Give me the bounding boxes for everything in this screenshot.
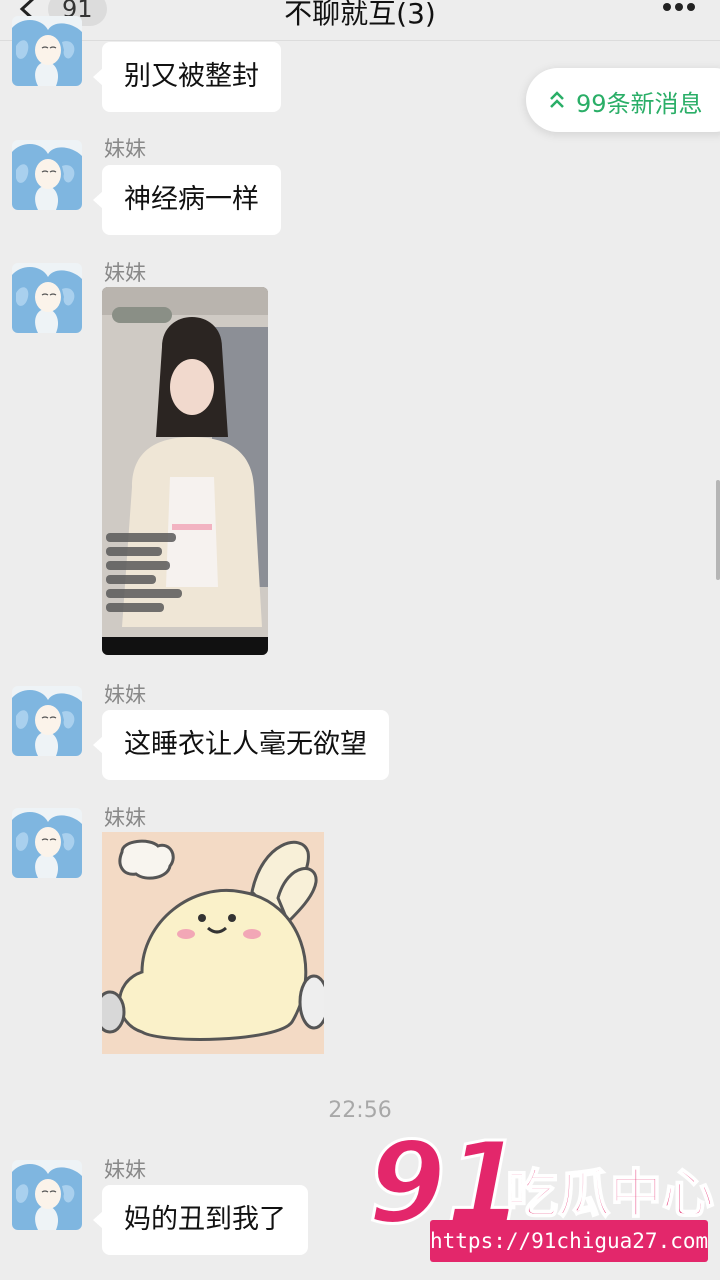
chat-title: 不聊就互(3)	[284, 0, 436, 30]
avatar[interactable]	[12, 263, 82, 333]
sticker-message[interactable]	[102, 832, 324, 1054]
watermark-url: https://91chigua27.com	[430, 1220, 708, 1262]
svg-text:91: 91	[368, 1122, 524, 1234]
sender-name: 妹妹	[104, 683, 146, 707]
bunny-sticker	[102, 832, 324, 1054]
avatar[interactable]	[12, 808, 82, 878]
double-chevron-up-icon	[550, 91, 564, 108]
new-messages-label: 99条新消息	[576, 90, 703, 118]
message-bubble[interactable]: 神经病一样	[93, 165, 281, 235]
message-bubble[interactable]: 这睡衣让人毫无欲望	[93, 710, 389, 780]
avatar[interactable]	[12, 1160, 82, 1230]
sender-name: 妹妹	[104, 261, 146, 285]
avatar[interactable]	[12, 140, 82, 210]
avatar[interactable]	[12, 16, 82, 86]
sender-name: 妹妹	[104, 806, 146, 830]
watermark-logo: 91 吃瓜中心	[368, 1122, 715, 1234]
chat-header: 91 不聊就互(3)	[0, 0, 720, 41]
sender-name: 妹妹	[104, 1158, 146, 1182]
image-message[interactable]	[102, 287, 268, 655]
message-bubble[interactable]: 妈的丑到我了	[93, 1185, 308, 1255]
message-bubble[interactable]: 别又被整封	[93, 42, 281, 112]
time-divider: 22:56	[328, 1098, 392, 1123]
livestream-photo	[102, 287, 268, 655]
scrollbar[interactable]	[716, 480, 720, 580]
new-messages-button[interactable]: 99条新消息	[526, 68, 720, 132]
sender-name: 妹妹	[104, 137, 146, 161]
svg-text:吃瓜中心: 吃瓜中心	[506, 1165, 714, 1225]
avatar[interactable]	[12, 686, 82, 756]
more-options-icon[interactable]	[662, 2, 696, 12]
